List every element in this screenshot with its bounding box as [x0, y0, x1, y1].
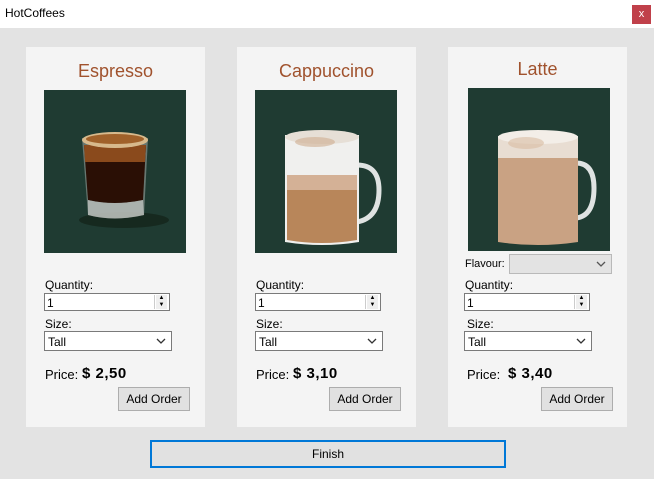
- size-value: Tall: [48, 335, 67, 349]
- increment-arrow-icon[interactable]: ▲: [576, 295, 587, 302]
- flavour-label: Flavour:: [465, 258, 505, 270]
- increment-arrow-icon[interactable]: ▲: [156, 295, 167, 302]
- add-order-button[interactable]: Add Order: [541, 387, 613, 411]
- latte-image: [468, 88, 610, 251]
- price-label: Price:: [467, 367, 501, 382]
- add-order-button[interactable]: Add Order: [329, 387, 401, 411]
- stepper-arrows: ▲ ▼: [154, 295, 168, 309]
- product-card-espresso: Espresso Quantity: 1 ▲ ▼ Size: Tall Pric…: [26, 47, 205, 427]
- size-select[interactable]: Tall: [44, 331, 172, 351]
- size-value: Tall: [468, 335, 487, 349]
- product-card-cappuccino: Cappuccino Quantity: 1 ▲ ▼ Size: Tall Pr…: [237, 47, 416, 427]
- quantity-stepper[interactable]: 1 ▲ ▼: [464, 293, 590, 311]
- quantity-value: 1: [467, 296, 474, 310]
- price-label: Price:: [45, 367, 79, 382]
- quantity-value: 1: [47, 296, 54, 310]
- title-bar: HotCoffees x: [0, 0, 654, 28]
- window-title: HotCoffees: [5, 6, 65, 20]
- chevron-down-icon: [576, 338, 586, 344]
- quantity-stepper[interactable]: 1 ▲ ▼: [255, 293, 381, 311]
- stepper-arrows: ▲ ▼: [365, 295, 379, 309]
- quantity-label: Quantity:: [465, 278, 514, 292]
- quantity-label: Quantity:: [45, 278, 94, 292]
- flavour-select[interactable]: [509, 254, 612, 274]
- size-label: Size:: [256, 317, 283, 331]
- size-select[interactable]: Tall: [255, 331, 383, 351]
- size-label: Size:: [467, 317, 494, 331]
- product-card-latte: Latte Flavour: Quantity: 1 ▲ ▼ Size: Tal…: [448, 47, 627, 427]
- product-name: Latte: [517, 59, 558, 79]
- size-label: Size:: [45, 317, 72, 331]
- espresso-image: [44, 90, 186, 253]
- decrement-arrow-icon[interactable]: ▼: [156, 302, 167, 309]
- close-button[interactable]: x: [632, 5, 651, 24]
- product-name: Cappuccino: [278, 61, 375, 81]
- price-value: $ 3,40: [508, 365, 553, 382]
- quantity-label: Quantity:: [256, 278, 305, 292]
- size-value: Tall: [259, 335, 278, 349]
- add-order-button[interactable]: Add Order: [118, 387, 190, 411]
- price-value: $ 3,10: [293, 365, 338, 382]
- decrement-arrow-icon[interactable]: ▼: [576, 302, 587, 309]
- product-name: Espresso: [77, 61, 154, 81]
- increment-arrow-icon[interactable]: ▲: [367, 295, 378, 302]
- finish-button[interactable]: Finish: [150, 440, 506, 468]
- stepper-arrows: ▲ ▼: [574, 295, 588, 309]
- size-select[interactable]: Tall: [464, 331, 592, 351]
- chevron-down-icon: [596, 261, 606, 267]
- price-value: $ 2,50: [82, 365, 127, 382]
- chevron-down-icon: [156, 338, 166, 344]
- quantity-stepper[interactable]: 1 ▲ ▼: [44, 293, 170, 311]
- decrement-arrow-icon[interactable]: ▼: [367, 302, 378, 309]
- cappuccino-image: [255, 90, 397, 253]
- quantity-value: 1: [258, 296, 265, 310]
- chevron-down-icon: [367, 338, 377, 344]
- price-label: Price:: [256, 367, 290, 382]
